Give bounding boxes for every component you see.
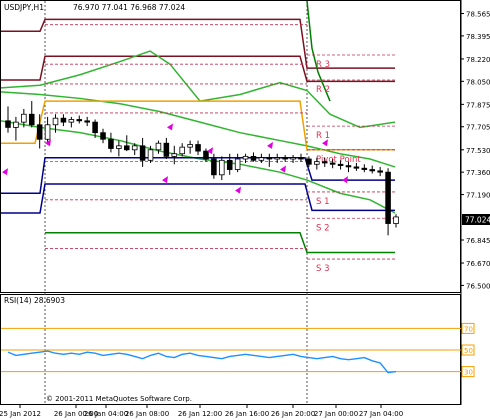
pivot-label: S 2	[316, 223, 330, 233]
price-tick-label: 77.530	[466, 147, 490, 155]
price-tick-label: 77.875	[466, 101, 490, 109]
candle-body	[385, 171, 391, 224]
candle-body	[234, 158, 241, 170]
candle-body	[345, 165, 352, 168]
time-tick-label: 25 Jan 2012	[0, 410, 41, 418]
rsi-level-label: 50	[464, 347, 473, 355]
candle-body	[226, 159, 233, 170]
pivot-label: S 3	[316, 264, 330, 274]
candle-body	[124, 145, 130, 151]
candle-body	[5, 120, 11, 128]
candle-body	[369, 169, 376, 172]
candle-body	[179, 146, 185, 155]
candle-body	[290, 157, 296, 160]
chart-header-symbol: USDJPY,H1	[4, 3, 44, 12]
candle-body	[361, 167, 368, 170]
candle-body	[274, 157, 280, 160]
chart-window: R 3R 2R 1Pivot PointS 1S 2S 3 78.56578.3…	[0, 0, 490, 418]
chart-header-ohlc: 76.970 77.041 76.968 77.024	[73, 3, 185, 12]
price-tick-label: 78.220	[466, 56, 490, 64]
time-tick-label: 26 Jan 12:00	[178, 410, 222, 418]
candle-body	[21, 113, 27, 123]
candle-body	[314, 161, 320, 165]
time-axis: 25 Jan 2012 26 Jan 00:0026 Jan 04:0026 Ja…	[0, 404, 403, 418]
candle-body	[44, 124, 51, 140]
candle-body	[171, 153, 178, 157]
candle-body	[84, 120, 90, 123]
candle-body	[258, 157, 265, 161]
candle-body	[163, 142, 170, 157]
candle-body	[282, 157, 288, 160]
candle-body	[187, 144, 193, 148]
candle-body	[266, 157, 273, 160]
time-tick-label: 26 Jan 04:00	[84, 410, 128, 418]
candle-body	[155, 142, 162, 151]
candle-body	[393, 216, 399, 224]
candle-body	[139, 145, 146, 161]
time-tick-label: 26 Jan 20:00	[271, 410, 315, 418]
candle-body	[131, 145, 138, 151]
candle-body	[52, 117, 59, 126]
candle-body	[219, 159, 225, 176]
pivot-label: R 3	[316, 60, 330, 70]
candle-body	[60, 117, 67, 123]
price-tick-label: 78.565	[466, 11, 490, 19]
current-price-label: 77.024	[465, 216, 490, 225]
rsi-level-label: 70	[464, 325, 473, 333]
pivot-label: R 2	[316, 85, 330, 95]
candle-body	[92, 121, 98, 134]
candle-body	[36, 124, 43, 140]
candle-body	[203, 150, 209, 160]
price-tick-label: 78.050	[466, 78, 490, 86]
price-tick-label: 76.500	[466, 282, 490, 290]
candle-body	[353, 166, 360, 169]
pivot-label: S 1	[316, 197, 330, 207]
candle-body	[306, 158, 312, 165]
candle-body	[147, 149, 154, 161]
candle-body	[195, 144, 201, 152]
candle-body	[337, 163, 344, 166]
candle-body	[28, 113, 35, 126]
price-axis: 78.565 78.395 78.220 78.050 77.875 77.705 77.5…	[461, 11, 490, 290]
rsi-level-label: 30	[464, 369, 473, 377]
price-tick-label: 77.360	[466, 169, 490, 177]
candle-body	[377, 170, 383, 173]
price-tick-label: 76.845	[466, 237, 490, 245]
time-tick-label: 27 Jan 04:00	[359, 410, 403, 418]
candle-body	[68, 119, 75, 123]
time-tick-label: 27 Jan 00:00	[314, 410, 358, 418]
candle-body	[100, 132, 106, 140]
candle-body	[321, 161, 328, 164]
copyright-text: © 2001-2011 MetaQuotes Software Corp.	[46, 395, 192, 403]
candle-body	[211, 158, 217, 176]
candle-body	[250, 155, 257, 161]
price-tick-label: 76.670	[466, 260, 490, 268]
price-tick-label: 77.705	[466, 124, 490, 132]
time-tick-label: 26 Jan 16:00	[225, 410, 269, 418]
candle-body	[329, 162, 336, 165]
price-tick-label: 77.190	[466, 192, 490, 200]
price-tick-label: 78.395	[466, 33, 490, 41]
candle-body	[242, 155, 249, 160]
candle-body	[298, 157, 304, 160]
time-tick-label: 26 Jan 08:00	[125, 410, 169, 418]
candle-body	[76, 119, 83, 122]
candle-body	[13, 121, 19, 128]
rsi-header: RSI(14) 28.6903	[4, 296, 65, 305]
candle-body	[108, 138, 114, 149]
candle-body	[116, 145, 122, 149]
